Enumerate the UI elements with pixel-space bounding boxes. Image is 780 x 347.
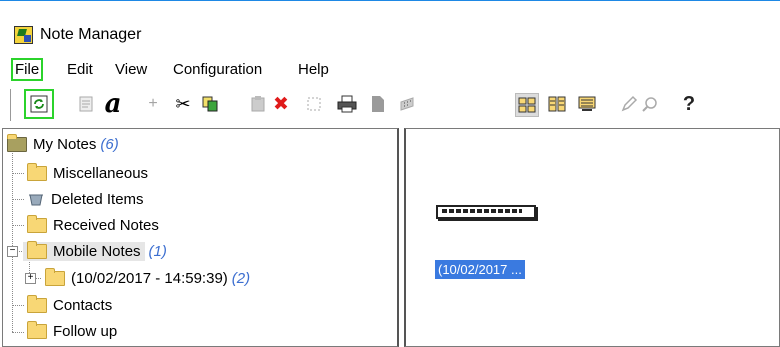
collapse-toggle-icon[interactable]: − (7, 246, 18, 257)
folder-icon (45, 267, 65, 286)
folder-tree-pane[interactable]: My Notes (6) Miscellaneous Deleted Items… (2, 128, 399, 347)
tree-connector (12, 173, 24, 174)
copy-icon[interactable] (199, 93, 221, 115)
folder-icon (27, 214, 47, 233)
print-icon[interactable] (336, 93, 358, 115)
tree-item-label: Mobile Notes (53, 242, 141, 260)
calculator-icon[interactable] (396, 93, 418, 115)
tree-item-label: Received Notes (53, 216, 159, 234)
expand-toggle-icon[interactable]: + (25, 273, 36, 284)
search-icon[interactable] (639, 93, 661, 115)
paste-icon[interactable] (247, 93, 269, 115)
tree-item-highlight: Mobile Notes (23, 240, 145, 261)
tree-item-label: Miscellaneous (53, 164, 149, 182)
plus-icon[interactable]: + (142, 93, 164, 115)
properties-icon[interactable] (75, 93, 97, 115)
delete-icon[interactable]: ✖ (270, 93, 292, 115)
toolbar-grip (10, 89, 14, 121)
note-item-label[interactable]: (10/02/2017 ... (435, 260, 525, 279)
tree-item-deleted-items[interactable]: Deleted Items (27, 187, 144, 211)
note-thumbnail[interactable] (436, 205, 536, 219)
tree-item-follow-up[interactable]: Follow up (27, 319, 117, 343)
tree-item-mobile-notes[interactable]: Mobile Notes (1) (23, 239, 167, 263)
tree-item-label: My Notes (33, 135, 97, 153)
menu-configuration[interactable]: Configuration (172, 61, 263, 78)
new-page-icon[interactable] (367, 93, 389, 115)
title-bar: Note Manager (0, 12, 780, 44)
menu-edit[interactable]: Edit (66, 61, 94, 78)
note-list-pane[interactable]: (10/02/2017 ... (404, 128, 780, 347)
recycle-bin-icon (29, 194, 43, 206)
toolbar: a + ✂ ✖ ? (0, 86, 780, 126)
note-count: (6) (100, 135, 119, 153)
font-icon[interactable]: a (102, 89, 124, 119)
window-top-border (0, 0, 780, 1)
note-count: (2) (231, 269, 251, 287)
refresh-icon[interactable] (24, 89, 54, 119)
select-icon[interactable] (303, 93, 325, 115)
open-folder-icon (27, 240, 47, 259)
large-icons-view-icon[interactable] (515, 93, 539, 117)
tree-item-my-notes[interactable]: My Notes (6) (7, 132, 119, 156)
small-icons-view-icon[interactable] (546, 93, 568, 115)
menu-view[interactable]: View (114, 61, 148, 78)
notebook-icon (7, 133, 27, 152)
help-icon[interactable]: ? (678, 93, 700, 115)
tree-item-miscellaneous[interactable]: Miscellaneous (27, 161, 148, 185)
tree-connector (12, 199, 24, 200)
cut-icon[interactable]: ✂ (172, 93, 194, 115)
tree-item-received-notes[interactable]: Received Notes (27, 213, 159, 237)
note-count: (1) (148, 242, 167, 260)
list-view-icon[interactable] (576, 93, 598, 115)
folder-icon (27, 162, 47, 181)
window-title: Note Manager (40, 26, 142, 43)
app-logo-icon (14, 26, 33, 44)
menu-help[interactable]: Help (297, 61, 330, 78)
folder-icon (27, 294, 47, 313)
tree-item-label: Follow up (53, 322, 118, 340)
tree-connector (12, 332, 24, 333)
tree-item-label: Contacts (53, 296, 113, 314)
tree-connector (12, 305, 24, 306)
tree-connector (12, 225, 24, 226)
tree-item-label: Deleted Items (51, 190, 144, 208)
menu-file[interactable]: File (10, 58, 44, 81)
tree-item-mobile-note-entry[interactable]: (10/02/2017 - 14:59:39) (2) (45, 266, 250, 290)
tree-item-label: (10/02/2017 - 14:59:39) (71, 269, 228, 287)
menu-bar: File Edit View Configuration Help (0, 58, 780, 84)
tree-item-contacts[interactable]: Contacts (27, 293, 112, 317)
edit-icon[interactable] (618, 93, 640, 115)
folder-icon (27, 320, 47, 339)
